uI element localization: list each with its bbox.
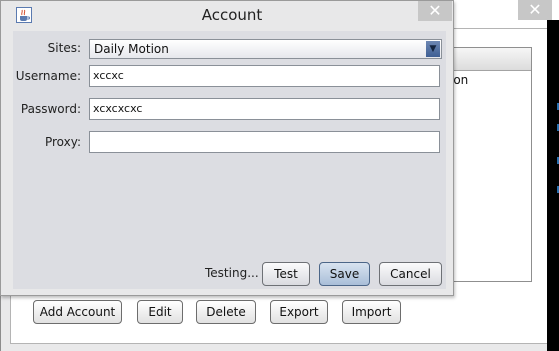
save-button[interactable]: Save <box>319 262 370 286</box>
sites-label: Sites: <box>47 41 81 55</box>
delete-button[interactable]: Delete <box>196 300 256 324</box>
add-account-button[interactable]: Add Account <box>33 300 122 324</box>
status-text: Testing... <box>205 266 259 280</box>
import-button[interactable]: Import <box>342 300 401 324</box>
export-button[interactable]: Export <box>270 300 328 324</box>
edit-button[interactable]: Edit <box>137 300 183 324</box>
chevron-down-icon[interactable]: ▼ <box>426 41 440 57</box>
sites-selected-value: Daily Motion <box>94 42 169 56</box>
account-dialog: Account ✕ Sites: Daily Motion ▼ Username… <box>0 0 454 296</box>
close-icon: ✕ <box>428 1 442 20</box>
dialog-titlebar[interactable]: Account ✕ <box>1 1 453 31</box>
proxy-label: Proxy: <box>44 135 81 149</box>
password-field[interactable]: xcxcxcxc <box>89 98 440 120</box>
username-label: Username: <box>15 69 81 83</box>
main-window-close-button[interactable]: ✕ <box>518 0 552 20</box>
password-label: Password: <box>20 102 81 116</box>
dialog-title: Account <box>201 6 263 24</box>
username-field[interactable]: xccxc <box>89 65 440 87</box>
proxy-field[interactable] <box>89 131 440 153</box>
sites-dropdown[interactable]: Daily Motion ▼ <box>89 39 442 59</box>
cancel-button[interactable]: Cancel <box>379 262 442 286</box>
dialog-body: Sites: Daily Motion ▼ Username: xccxc Pa… <box>13 31 446 289</box>
test-button[interactable]: Test <box>262 262 310 286</box>
close-icon: ✕ <box>528 0 542 19</box>
dialog-close-button[interactable]: ✕ <box>418 1 452 21</box>
